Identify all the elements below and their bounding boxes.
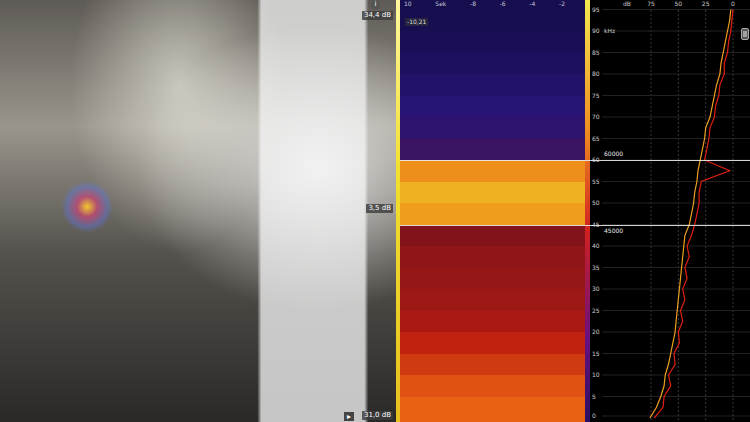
freq-tick: 95: [592, 6, 600, 14]
freq-tick: 80: [592, 70, 600, 78]
freq-tick: 25: [592, 307, 600, 315]
spectrogram-strip: [400, 246, 585, 268]
spectrum-line: [650, 10, 731, 419]
scale-min-label: 31,0 dB: [362, 411, 393, 420]
time-tick: Sek: [435, 0, 446, 8]
scale-max-label: 34,4 dB: [362, 11, 393, 20]
spectrogram-strip: [400, 31, 585, 53]
spectrogram-strip: [400, 182, 585, 204]
scale-marker-label[interactable]: 3,5 dB: [366, 204, 393, 213]
grid-line: [678, 10, 679, 422]
time-tick: -8: [470, 0, 476, 8]
band-high-label: 60000: [604, 150, 623, 158]
freq-tick: 35: [592, 264, 600, 272]
spectrum-plot: dB7550250kHz0510152025303540455055606570…: [590, 0, 750, 422]
time-tick: 10: [404, 0, 412, 8]
freq-tick: 20: [592, 328, 600, 336]
freq-tick: 40: [592, 242, 600, 250]
level-tick: 50: [675, 0, 683, 8]
grid-line: [733, 10, 734, 422]
freq-tick: 70: [592, 113, 600, 121]
grid-line: [602, 138, 750, 139]
spectrogram-strip: [400, 139, 585, 161]
band-low-line[interactable]: [400, 225, 750, 226]
grid-line: [602, 74, 750, 75]
grid-line: [602, 9, 750, 10]
grid-line: [602, 117, 750, 118]
freq-tick: 55: [592, 178, 600, 186]
spectrum-chart: [590, 0, 750, 422]
play-button[interactable]: ▸: [344, 412, 354, 421]
spectrogram-strip: [400, 117, 585, 139]
freq-tick: 15: [592, 350, 600, 358]
spectrogram-strip: [400, 311, 585, 333]
freq-tick: 65: [592, 135, 600, 143]
freq-tick: 5: [592, 393, 596, 401]
band-low-label: 45000: [604, 227, 623, 235]
spectrogram-strip: [400, 160, 585, 182]
freq-tick: 90: [592, 27, 600, 35]
grid-line: [705, 10, 706, 422]
spectrogram-strip: [400, 418, 585, 422]
spectrogram: 10 Sek -8 -6 -4 -2 -10,21: [400, 0, 585, 422]
spectrogram-strip: [400, 96, 585, 118]
grid-line: [602, 375, 750, 376]
spectrum-line: [654, 10, 733, 419]
spectrogram-strip: [400, 375, 585, 397]
level-tick: 25: [702, 0, 710, 8]
grid-line: [602, 95, 750, 96]
spectrogram-strip: [400, 53, 585, 75]
camera-view: i 34,4 dB 3,5 dB 31,0 dB ▸: [0, 0, 400, 422]
grid-line: [602, 310, 750, 311]
spectrogram-strip: [400, 289, 585, 311]
freq-tick: 85: [592, 49, 600, 57]
grid-line: [651, 10, 652, 422]
grid-line: [602, 181, 750, 182]
grid-line: [602, 203, 750, 204]
band-high-line[interactable]: [400, 160, 750, 161]
time-axis: 10 Sek -8 -6 -4 -2: [404, 0, 565, 8]
spectrogram-strip: [400, 203, 585, 225]
analysis-area: 10 Sek -8 -6 -4 -2 -10,21 dB 75 50 25 0 kHz 0 5 10 15 20 2…: [400, 0, 750, 422]
grid-line: [602, 353, 750, 354]
level-unit: dB: [623, 0, 631, 8]
spectrogram-readout: -10,21: [405, 18, 428, 26]
camera-photo: [0, 0, 396, 422]
freq-tick: 50: [592, 199, 600, 207]
panel-menu-icon[interactable]: [741, 28, 749, 40]
spectrogram-strip: [400, 268, 585, 290]
grid-line: [602, 267, 750, 268]
time-tick: -2: [559, 0, 565, 8]
grid-line: [602, 416, 750, 417]
spectrogram-strip: [400, 225, 585, 247]
level-tick: 0: [731, 0, 735, 8]
freq-unit: kHz: [604, 27, 615, 35]
acoustic-camera-screen: i 34,4 dB 3,5 dB 31,0 dB ▸ 10 Sek -8 -6 -4 -2 -10,2…: [0, 0, 750, 422]
time-tick: -4: [529, 0, 535, 8]
freq-tick: 10: [592, 371, 600, 379]
info-button[interactable]: i: [371, 0, 380, 9]
spectrogram-strip: [400, 74, 585, 96]
level-tick: 75: [647, 0, 655, 8]
spectrogram-strip: [400, 354, 585, 376]
grid-line: [602, 289, 750, 290]
freq-tick: 75: [592, 92, 600, 100]
freq-tick: 30: [592, 285, 600, 293]
time-tick: -6: [500, 0, 506, 8]
spectrogram-strip: [400, 0, 585, 10]
spectrogram-strip: [400, 332, 585, 354]
freq-tick: 0: [592, 412, 596, 420]
grid-line: [602, 396, 750, 397]
grid-line: [602, 246, 750, 247]
spectrogram-strip: [400, 397, 585, 419]
grid-line: [602, 332, 750, 333]
